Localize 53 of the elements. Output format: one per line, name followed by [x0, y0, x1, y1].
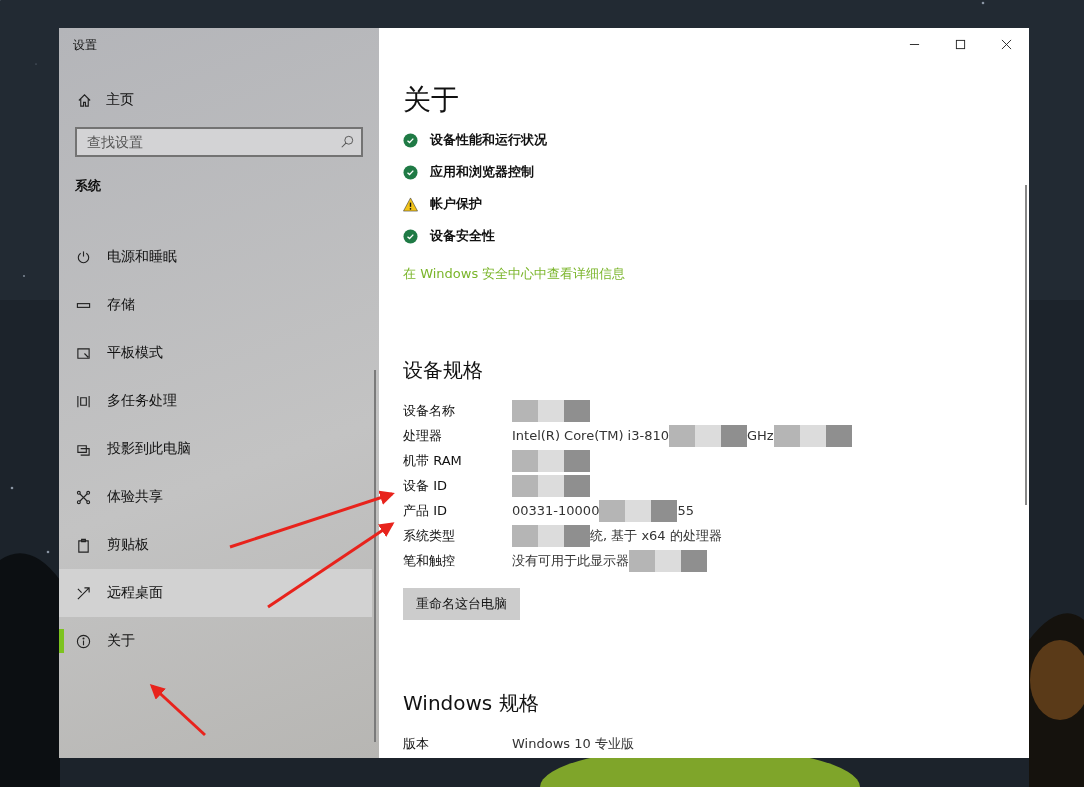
spec-label: 机带 RAM — [403, 451, 463, 470]
power-icon — [76, 249, 91, 265]
search-field[interactable]: 查找设置 — [75, 127, 363, 157]
close-icon — [1000, 38, 1012, 50]
maximize-icon — [954, 38, 966, 50]
security-item: 设备性能和运行状况 — [430, 131, 547, 149]
spec-value: 统, 基于 x64 的处理器 — [590, 526, 722, 545]
window-title: 设置 — [72, 37, 98, 54]
home-icon — [77, 92, 92, 108]
clipboard-icon — [76, 537, 91, 553]
spec-label: 处理器 — [403, 426, 443, 445]
nav-item[interactable]: 多任务处理 — [59, 377, 372, 425]
multitask-icon — [76, 393, 91, 409]
spec-label: 版本 — [403, 734, 430, 753]
check-icon — [403, 164, 418, 180]
section-heading: Windows 规格 — [403, 690, 540, 717]
warning-icon — [403, 196, 418, 212]
spec-value: Intel(R) Core(TM) i3-810 — [512, 428, 669, 443]
security-item: 应用和浏览器控制 — [430, 163, 534, 181]
spec-label: 设备 ID — [403, 476, 448, 495]
tablet-icon — [76, 345, 91, 361]
scrollbar[interactable] — [374, 370, 376, 742]
nav-item[interactable]: 远程桌面 — [59, 569, 372, 617]
check-icon — [403, 132, 418, 148]
security-item: 帐户保护 — [430, 195, 482, 213]
nav-item[interactable]: 体验共享 — [59, 473, 372, 521]
spec-label: 产品 ID — [403, 501, 448, 520]
info-icon — [76, 633, 91, 649]
nav-item[interactable]: 剪贴板 — [59, 521, 372, 569]
spec-label: 笔和触控 — [403, 551, 456, 570]
nav-item[interactable]: 平板模式 — [59, 329, 372, 377]
page-title: 关于 — [403, 82, 460, 118]
rename-button[interactable]: 重命名这台电脑 — [403, 588, 520, 620]
spec-label: 设备名称 — [403, 401, 456, 420]
nav-item[interactable]: 电源和睡眠 — [59, 233, 372, 281]
annotation-arrow — [149, 683, 206, 737]
security-item: 设备安全性 — [430, 227, 495, 245]
home-link[interactable]: 主页 — [77, 91, 379, 109]
check-icon — [403, 228, 418, 244]
remote-icon — [76, 585, 91, 601]
scrollbar[interactable] — [1025, 185, 1027, 505]
section-heading: 系统 — [75, 177, 102, 195]
nav-item[interactable]: 投影到此电脑 — [59, 425, 372, 473]
spec-value: 55 — [677, 503, 694, 518]
nav-item[interactable]: 存储 — [59, 281, 372, 329]
search-icon — [340, 135, 354, 149]
spec-value: GHz — [747, 428, 774, 443]
spec-value: 00331-10000 — [512, 503, 600, 518]
section-heading: 设备规格 — [403, 357, 484, 384]
spec-value: 没有可用于此显示器 — [512, 551, 629, 570]
spec-value: Windows 10 专业版 — [512, 734, 634, 753]
share-icon — [76, 489, 91, 505]
spec-label: 系统类型 — [403, 526, 456, 545]
